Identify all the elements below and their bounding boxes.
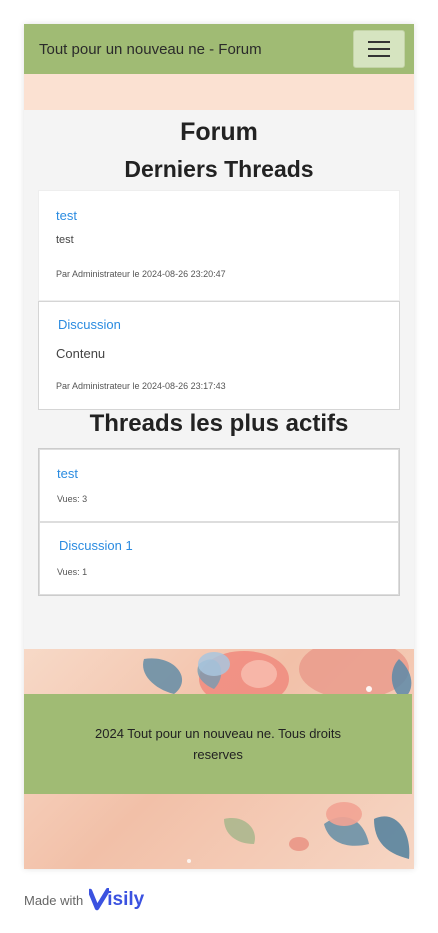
thread-meta: Par Administrateur le 2024-08-26 23:20:4… <box>56 269 226 279</box>
visily-brand-text: isily <box>107 889 145 910</box>
footer-copyright: 2024 Tout pour un nouveau ne. Tous droit… <box>95 726 341 762</box>
footer-floral-background: 2024 Tout pour un nouveau ne. Tous droit… <box>24 649 414 869</box>
views-count: Vues: 1 <box>57 567 88 577</box>
banner-band <box>24 74 414 110</box>
hamburger-icon <box>368 41 390 43</box>
active-threads-heading: Threads les plus actifs <box>89 410 349 437</box>
thread-title-link[interactable]: test <box>56 208 382 223</box>
views-count: Vues: 3 <box>57 494 88 504</box>
hamburger-icon-line <box>368 55 390 57</box>
made-with-badge[interactable]: Made with isily <box>24 888 144 912</box>
navbar-brand[interactable]: Tout pour un nouveau ne - Forum <box>39 41 262 58</box>
active-threads-list: test Vues: 3 Discussion 1 Vues: 1 <box>38 448 400 596</box>
footer: 2024 Tout pour un nouveau ne. Tous droit… <box>24 694 412 794</box>
active-thread-item[interactable]: Discussion 1 Vues: 1 <box>39 522 399 595</box>
thread-title-link[interactable]: Discussion <box>58 317 382 332</box>
active-thread-title-link[interactable]: Discussion 1 <box>59 538 379 553</box>
visily-logo: isily <box>89 888 144 912</box>
active-thread-item[interactable]: test Vues: 3 <box>39 449 399 522</box>
main-content: Forum Derniers Threads test test Par Adm… <box>24 118 414 596</box>
thread-card[interactable]: test test Par Administrateur le 2024-08-… <box>38 190 400 301</box>
thread-meta: Par Administrateur le 2024-08-26 23:17:4… <box>56 381 226 391</box>
page-title: Forum <box>180 118 258 146</box>
navbar: Tout pour un nouveau ne - Forum <box>24 24 414 74</box>
thread-card[interactable]: Discussion Contenu Par Administrateur le… <box>38 301 400 410</box>
thread-content: Contenu <box>56 346 106 361</box>
menu-toggle-button[interactable] <box>353 30 405 68</box>
made-with-label: Made with <box>24 892 84 908</box>
latest-threads-heading: Derniers Threads <box>124 156 314 182</box>
page-frame: Tout pour un nouveau ne - Forum Forum De… <box>24 24 414 869</box>
visily-v-icon <box>89 888 110 911</box>
thread-content: test <box>56 234 74 246</box>
hamburger-icon-line <box>368 48 390 50</box>
active-thread-title-link[interactable]: test <box>57 466 381 481</box>
